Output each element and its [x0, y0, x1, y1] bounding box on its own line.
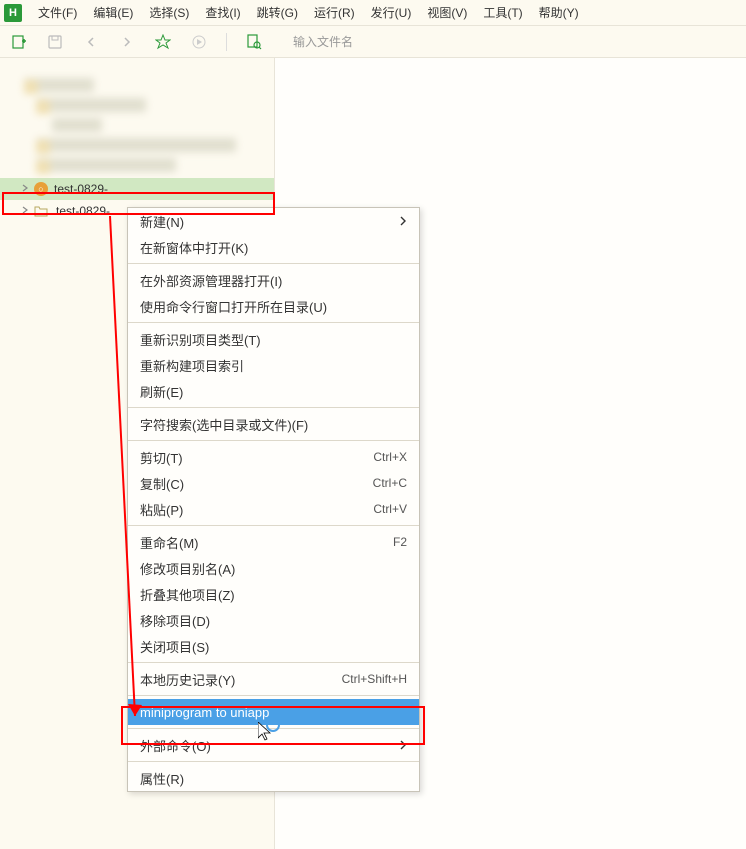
context-menu-item[interactable]: 重命名(M)F2 [128, 529, 419, 555]
folder-icon [34, 204, 50, 218]
project-dot-icon: ○ [34, 182, 48, 196]
toolbar-divider [226, 33, 227, 51]
menu-item-label: 修改项目别名(A) [140, 559, 407, 578]
menu-publish[interactable]: 发行(U) [363, 4, 420, 21]
menu-item-label: 在新窗体中打开(K) [140, 238, 407, 257]
menu-edit[interactable]: 编辑(E) [85, 4, 141, 21]
context-menu-item[interactable]: 修改项目别名(A) [128, 555, 419, 581]
menu-goto[interactable]: 跳转(G) [249, 4, 306, 21]
menu-item-shortcut: Ctrl+V [373, 502, 407, 516]
context-menu-item[interactable]: 重新构建项目索引 [128, 352, 419, 378]
menu-view[interactable]: 视图(V) [419, 4, 475, 21]
menu-find[interactable]: 查找(I) [197, 4, 248, 21]
menu-item-label: 移除项目(D) [140, 611, 407, 630]
context-menu-item[interactable]: 重新识别项目类型(T) [128, 326, 419, 352]
menu-run[interactable]: 运行(R) [306, 4, 363, 21]
nav-forward-icon[interactable] [118, 33, 136, 51]
menu-item-label: 新建(N) [140, 212, 399, 231]
menu-item-label: 折叠其他项目(Z) [140, 585, 407, 604]
new-file-icon[interactable] [10, 33, 28, 51]
context-menu-item[interactable]: 复制(C)Ctrl+C [128, 470, 419, 496]
star-icon[interactable] [154, 33, 172, 51]
menu-item-label: 字符搜索(选中目录或文件)(F) [140, 415, 407, 434]
menu-item-shortcut: Ctrl+Shift+H [342, 672, 407, 686]
menu-item-label: 刷新(E) [140, 382, 407, 401]
context-menu-item[interactable]: 粘贴(P)Ctrl+V [128, 496, 419, 522]
save-icon[interactable] [46, 33, 64, 51]
menu-item-label: 使用命令行窗口打开所在目录(U) [140, 297, 407, 316]
menu-separator [128, 761, 419, 762]
menu-item-shortcut: Ctrl+C [373, 476, 407, 490]
chevron-right-icon [20, 204, 34, 218]
menu-item-shortcut: Ctrl+X [373, 450, 407, 464]
menu-separator [128, 525, 419, 526]
preview-icon[interactable] [245, 33, 263, 51]
toolbar: 输入文件名 [0, 26, 746, 58]
menu-help[interactable]: 帮助(Y) [531, 4, 587, 21]
context-menu-item[interactable]: 属性(R) [128, 765, 419, 791]
menu-file[interactable]: 文件(F) [30, 4, 85, 21]
menubar: H 文件(F) 编辑(E) 选择(S) 查找(I) 跳转(G) 运行(R) 发行… [0, 0, 746, 26]
menu-separator [128, 695, 419, 696]
context-menu-item[interactable]: 本地历史记录(Y)Ctrl+Shift+H [128, 666, 419, 692]
menu-separator [128, 440, 419, 441]
menu-item-label: 剪切(T) [140, 448, 373, 467]
tree-item-label: test-0829- [54, 182, 108, 196]
context-menu-item[interactable]: 新建(N) [128, 208, 419, 234]
menu-separator [128, 728, 419, 729]
context-menu-item[interactable]: 刷新(E) [128, 378, 419, 404]
nav-back-icon[interactable] [82, 33, 100, 51]
context-menu-item[interactable]: 关闭项目(S) [128, 633, 419, 659]
context-menu-item[interactable]: 外部命令(O) [128, 732, 419, 758]
chevron-right-icon [399, 214, 407, 229]
menu-item-label: miniprogram to uniapp [140, 705, 407, 720]
context-menu-item[interactable]: 使用命令行窗口打开所在目录(U) [128, 293, 419, 319]
menu-item-label: 复制(C) [140, 474, 373, 493]
context-menu-item[interactable]: 在外部资源管理器打开(I) [128, 267, 419, 293]
tree-item-project-selected[interactable]: ○ test-0829- [0, 178, 274, 200]
context-menu-item[interactable]: miniprogram to uniapp [128, 699, 419, 725]
menu-item-label: 外部命令(O) [140, 736, 399, 755]
menu-separator [128, 662, 419, 663]
tree-item-label: test-0829- [56, 204, 110, 218]
menu-separator [128, 263, 419, 264]
menu-item-label: 重新识别项目类型(T) [140, 330, 407, 349]
menu-item-label: 关闭项目(S) [140, 637, 407, 656]
context-menu-item[interactable]: 移除项目(D) [128, 607, 419, 633]
app-logo: H [4, 4, 22, 22]
menu-item-label: 重新构建项目索引 [140, 356, 407, 375]
context-menu: 新建(N) 在新窗体中打开(K) 在外部资源管理器打开(I) 使用命令行窗口打开所在目… [127, 207, 420, 792]
menu-select[interactable]: 选择(S) [141, 4, 197, 21]
menu-separator [128, 407, 419, 408]
search-input[interactable]: 输入文件名 [293, 33, 353, 50]
chevron-right-icon [399, 738, 407, 753]
menu-item-shortcut: F2 [393, 535, 407, 549]
play-icon[interactable] [190, 33, 208, 51]
menu-tools[interactable]: 工具(T) [475, 4, 530, 21]
context-menu-item[interactable]: 字符搜索(选中目录或文件)(F) [128, 411, 419, 437]
blurred-content [0, 78, 274, 172]
menu-item-label: 在外部资源管理器打开(I) [140, 271, 407, 290]
menu-item-label: 本地历史记录(Y) [140, 670, 342, 689]
context-menu-item[interactable]: 折叠其他项目(Z) [128, 581, 419, 607]
menu-item-label: 重命名(M) [140, 533, 393, 552]
menu-item-label: 属性(R) [140, 769, 407, 788]
menu-item-label: 粘贴(P) [140, 500, 373, 519]
menu-separator [128, 322, 419, 323]
context-menu-item[interactable]: 剪切(T)Ctrl+X [128, 444, 419, 470]
context-menu-item[interactable]: 在新窗体中打开(K) [128, 234, 419, 260]
chevron-right-icon [20, 182, 34, 196]
